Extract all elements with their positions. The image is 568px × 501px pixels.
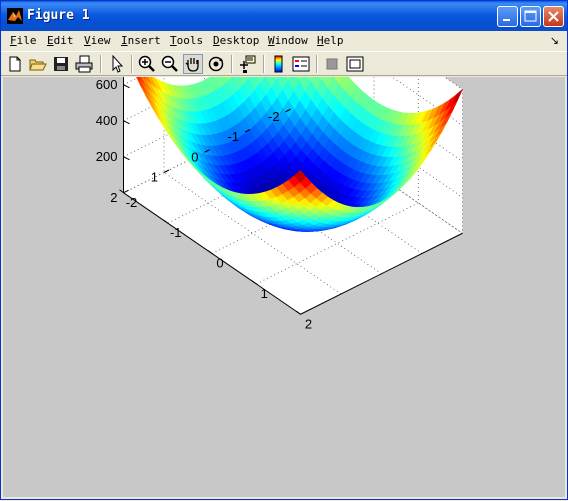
title-bar[interactable]: Figure 1 [1, 1, 567, 31]
menu-overflow-icon[interactable]: ↘ [550, 34, 559, 47]
y-tick-label: 2 [110, 190, 117, 205]
z-tick-label: 200 [96, 149, 118, 164]
zoom-out-button[interactable] [160, 54, 180, 74]
minimize-button[interactable] [497, 6, 518, 27]
zoom-in-icon [137, 54, 157, 74]
rotate-3d-icon [206, 54, 226, 74]
maximize-button[interactable] [520, 6, 541, 27]
x-tick-label: 1 [261, 286, 268, 301]
maximize-icon [521, 7, 540, 26]
minimize-icon [498, 7, 517, 26]
close-button[interactable] [543, 6, 564, 27]
surface-plot[interactable]: 200400600800-2-1012-2-1012 [3, 77, 565, 497]
x-tick-label: 2 [305, 316, 312, 331]
y-tick-label: -2 [268, 109, 280, 124]
window-title: Figure 1 [27, 8, 90, 23]
pan-hand-icon [184, 55, 202, 73]
close-icon [544, 7, 563, 26]
open-file-button[interactable] [28, 54, 48, 74]
new-figure-icon [5, 54, 25, 74]
x-tick-label: -2 [126, 195, 138, 210]
figure-toolbar [1, 51, 567, 76]
menu-file[interactable]: File [10, 34, 37, 47]
z-tick-label: 600 [96, 77, 118, 92]
show-plot-tools-button[interactable] [345, 54, 365, 74]
x-tick-label: -1 [170, 225, 182, 240]
matlab-logo-icon [7, 8, 23, 24]
menu-bar: File Edit View Insert Tools Desktop Wind… [1, 31, 567, 51]
y-tick-label: 1 [151, 170, 158, 185]
edit-plot-button[interactable] [107, 54, 127, 74]
data-cursor-icon [237, 54, 257, 74]
print-icon [74, 54, 94, 74]
y-tick-label: -1 [227, 129, 239, 144]
colorbar-icon [269, 54, 289, 74]
y-tick-label: 0 [191, 149, 198, 164]
print-button[interactable] [74, 54, 94, 74]
save-icon [51, 54, 71, 74]
rotate-3d-button[interactable] [206, 54, 226, 74]
menu-edit[interactable]: Edit [47, 34, 74, 47]
hide-plot-tools-icon [322, 54, 342, 74]
zoom-in-button[interactable] [137, 54, 157, 74]
z-tick-label: 400 [96, 113, 118, 128]
edit-plot-arrow-icon [107, 54, 127, 74]
data-cursor-button[interactable] [237, 54, 257, 74]
menu-tools[interactable]: Tools [170, 34, 203, 47]
menu-help[interactable]: Help [317, 34, 344, 47]
x-tick-mark [120, 190, 124, 193]
insert-legend-button[interactable] [291, 54, 311, 74]
menu-desktop[interactable]: Desktop [213, 34, 259, 47]
x-tick-label: 0 [216, 256, 223, 271]
pan-button[interactable] [183, 54, 203, 74]
figure-canvas[interactable]: 200400600800-2-1012-2-1012 [3, 77, 565, 497]
show-plot-tools-icon [345, 54, 365, 74]
figure-window: Figure 1 File Edit View Insert Tools Des… [0, 0, 568, 500]
legend-icon [291, 54, 311, 74]
menu-view[interactable]: View [84, 34, 111, 47]
zoom-out-icon [160, 54, 180, 74]
insert-colorbar-button[interactable] [269, 54, 289, 74]
new-figure-button[interactable] [5, 54, 25, 74]
open-file-icon [28, 54, 48, 74]
menu-insert[interactable]: Insert [121, 34, 161, 47]
menu-window[interactable]: Window [268, 34, 308, 47]
hide-plot-tools-button[interactable] [322, 54, 342, 74]
save-button[interactable] [51, 54, 71, 74]
